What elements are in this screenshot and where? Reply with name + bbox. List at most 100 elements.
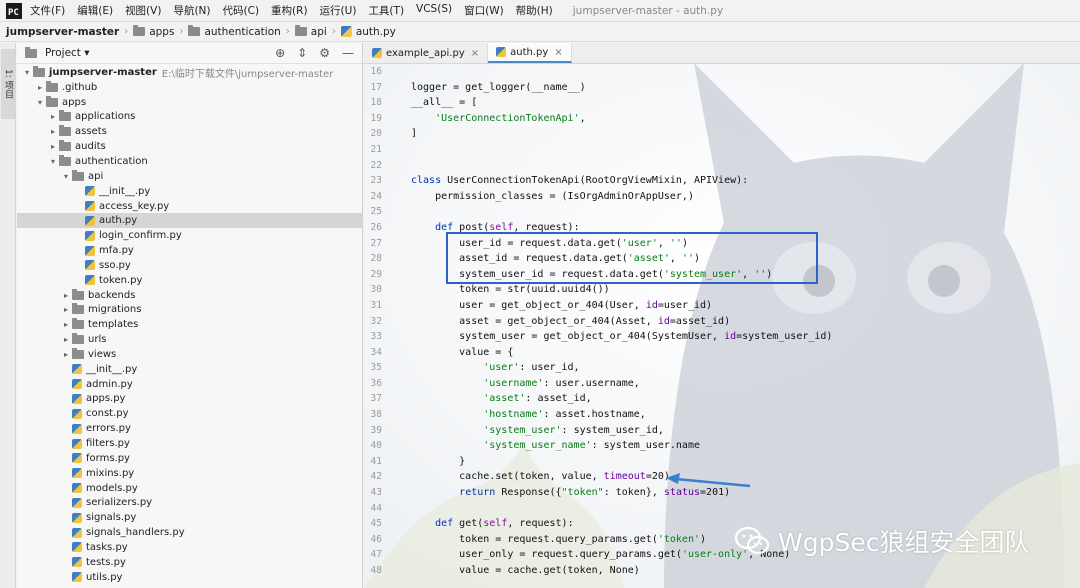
code-line[interactable]: 'system_user': system_user_id, (411, 423, 1071, 439)
tree-folder[interactable]: .github (17, 80, 362, 95)
chevron-right-icon[interactable] (60, 320, 72, 329)
code-line[interactable] (411, 204, 1071, 220)
tree-folder[interactable]: views (17, 347, 362, 362)
tree-file[interactable]: const.py (17, 406, 362, 421)
code-line[interactable]: value = { (411, 345, 1071, 361)
tree-folder[interactable]: api (17, 169, 362, 184)
menu-item[interactable]: 重构(R) (271, 3, 308, 18)
tree-file[interactable]: errors.py (17, 421, 362, 436)
close-icon[interactable]: × (554, 47, 562, 58)
tree-file[interactable]: admin.py (17, 377, 362, 392)
tree-file[interactable]: mfa.py (17, 243, 362, 258)
tree-file[interactable]: token.py (17, 273, 362, 288)
code-line[interactable]: asset = get_object_or_404(Asset, id=asse… (411, 314, 1071, 330)
code-line[interactable]: 'UserConnectionTokenApi', (411, 111, 1071, 127)
code-line[interactable] (411, 142, 1071, 158)
tree-folder[interactable]: authentication (17, 154, 362, 169)
tree-file[interactable]: mixins.py (17, 466, 362, 481)
tree-file[interactable]: apps.py (17, 392, 362, 407)
menu-item[interactable]: 导航(N) (173, 3, 210, 18)
breadcrumb-authentication[interactable]: authentication (188, 25, 281, 38)
tree-folder[interactable]: apps (17, 95, 362, 110)
menu-item[interactable]: VCS(S) (416, 3, 452, 18)
breadcrumb-project[interactable]: jumpserver-master (6, 26, 119, 38)
code-line[interactable]: 'hostname': asset.hostname, (411, 407, 1071, 423)
project-tool-tab[interactable]: 1: 项目 (1, 49, 15, 119)
gear-icon[interactable]: ⚙ (319, 46, 330, 60)
code-line[interactable]: token = str(uuid.uuid4()) (411, 282, 1071, 298)
tree-file[interactable]: filters.py (17, 436, 362, 451)
collapse-all-icon[interactable]: ⇕ (297, 46, 307, 60)
close-icon[interactable]: × (471, 48, 479, 59)
tab-auth[interactable]: auth.py × (488, 43, 572, 63)
tree-file[interactable]: login_confirm.py (17, 228, 362, 243)
code-line[interactable]: } (411, 454, 1071, 470)
menu-item[interactable]: 视图(V) (125, 3, 161, 18)
code-line[interactable]: __all__ = [ (411, 95, 1071, 111)
code-editor[interactable]: example_api.py × auth.py × 16 17 18 19 20 21 2… (364, 43, 1080, 588)
code-line[interactable]: user = get_object_or_404(User, id=user_i… (411, 298, 1071, 314)
tree-folder[interactable]: audits (17, 139, 362, 154)
menu-item[interactable]: 窗口(W) (464, 3, 504, 18)
menu-item[interactable]: 工具(T) (368, 3, 404, 18)
tree-file[interactable]: forms.py (17, 451, 362, 466)
code-line[interactable]: 'asset': asset_id, (411, 391, 1071, 407)
code-line[interactable] (411, 158, 1071, 174)
breadcrumb-apps[interactable]: apps (133, 25, 174, 38)
code-line[interactable]: system_user = get_object_or_404(SystemUs… (411, 329, 1071, 345)
code-line[interactable]: 'system_user_name': system_user.name (411, 438, 1071, 454)
tree-file[interactable]: utils.py (17, 570, 362, 585)
hide-panel-icon[interactable]: — (342, 46, 354, 60)
code-line[interactable]: value = cache.get(token, None) (411, 563, 1071, 579)
locate-file-icon[interactable]: ⊕ (275, 46, 285, 60)
breadcrumb-file[interactable]: auth.py (340, 26, 396, 38)
tree-file[interactable]: access_key.py (17, 199, 362, 214)
tree-file[interactable]: signals.py (17, 510, 362, 525)
tab-example-api[interactable]: example_api.py × (364, 43, 489, 63)
code-line[interactable]: class UserConnectionTokenApi(RootOrgView… (411, 173, 1071, 189)
project-view-dropdown[interactable]: Project ▾ (45, 47, 90, 59)
tree-file[interactable]: tasks.py (17, 540, 362, 555)
tree-file[interactable]: models.py (17, 481, 362, 496)
tree-folder[interactable]: urls (17, 332, 362, 347)
chevron-right-icon[interactable] (60, 335, 72, 344)
code-line[interactable]: ] (411, 126, 1071, 142)
code-line[interactable] (411, 501, 1071, 517)
chevron-right-icon[interactable] (60, 350, 72, 359)
tree-file[interactable]: __init__.py (17, 184, 362, 199)
tree-folder[interactable]: migrations (17, 303, 362, 318)
chevron-right-icon[interactable] (47, 142, 59, 151)
tree-root[interactable]: jumpserver-master E:\临时下载文件\jumpserver-m… (17, 65, 362, 80)
tree-folder[interactable]: assets (17, 124, 362, 139)
tree-file[interactable]: sso.py (17, 258, 362, 273)
chevron-right-icon[interactable] (60, 291, 72, 300)
tree-folder[interactable]: templates (17, 317, 362, 332)
tree-folder[interactable]: backends (17, 288, 362, 303)
code-line[interactable]: 'username': user.username, (411, 376, 1071, 392)
tree-file[interactable]: tests.py (17, 555, 362, 570)
code-area[interactable]: logger = get_logger(__name__) __all__ = [… (411, 64, 1071, 579)
breadcrumb-api[interactable]: api (294, 25, 327, 38)
tree-file[interactable]: signals_handlers.py (17, 525, 362, 540)
code-line[interactable]: permission_classes = (IsOrgAdminOrAppUse… (411, 189, 1071, 205)
menu-item[interactable]: 运行(U) (320, 3, 357, 18)
menu-item[interactable]: 帮助(H) (516, 3, 553, 18)
code-line[interactable] (411, 64, 1071, 80)
code-line[interactable]: 'user': user_id, (411, 360, 1071, 376)
chevron-down-icon[interactable] (34, 98, 46, 107)
menu-item[interactable]: 代码(C) (223, 3, 260, 18)
tree-file[interactable]: auth.py (17, 213, 362, 229)
chevron-right-icon[interactable] (47, 127, 59, 136)
tree-folder[interactable]: applications (17, 110, 362, 125)
chevron-down-icon[interactable] (60, 172, 72, 181)
chevron-down-icon[interactable] (47, 157, 59, 166)
chevron-down-icon[interactable] (21, 68, 33, 77)
tree-file[interactable]: serializers.py (17, 495, 362, 510)
tree-file[interactable]: __init__.py (17, 362, 362, 377)
chevron-right-icon[interactable] (60, 305, 72, 314)
chevron-right-icon[interactable] (47, 112, 59, 121)
menu-item[interactable]: 文件(F) (30, 3, 65, 18)
chevron-right-icon[interactable] (34, 83, 46, 92)
code-line[interactable]: logger = get_logger(__name__) (411, 80, 1071, 96)
menu-item[interactable]: 编辑(E) (77, 3, 113, 18)
